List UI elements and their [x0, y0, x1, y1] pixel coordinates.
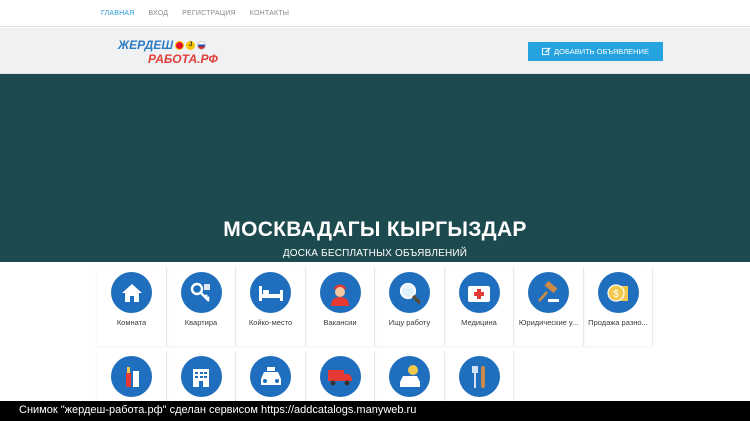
category-legal[interactable]: Юридические у... [514, 267, 584, 346]
car-sale-icon [389, 356, 430, 397]
category-label: Койко-место [248, 318, 293, 327]
logo-text-top: ЖЕРДЕШ [118, 38, 174, 52]
hero-title: МОСКВАДАГЫ КЫРГЫЗДАР [223, 218, 527, 241]
site-logo[interactable]: ЖЕРДЕШ J РАБОТА.РФ [118, 38, 228, 66]
nav-home-link[interactable]: ГЛАВНАЯ [101, 10, 135, 17]
food-icon [458, 356, 500, 397]
j-badge-icon: J [186, 40, 196, 50]
bed-icon [250, 272, 291, 313]
category-medicine[interactable]: Медицина [445, 267, 514, 346]
category-label: Комната [116, 318, 147, 327]
russian-flag-icon [197, 40, 207, 50]
truck-icon [319, 356, 361, 397]
screenshot-caption: Снимок "жердеш-работа.рф" сделан сервисо… [0, 401, 750, 421]
taxi-icon [250, 356, 291, 397]
page: ГЛАВНАЯ ВХОД РЕГИСТРАЦИЯ КОНТАКТЫ ЖЕРДЕШ… [0, 0, 750, 421]
hotel-icon [180, 356, 222, 397]
hero-banner: МОСКВАДАГЫ КЫРГЫЗДАР ДОСКА БЕСПЛАТНЫХ ОБ… [0, 74, 750, 262]
gavel-icon [528, 272, 569, 313]
category-label: Квартира [184, 318, 218, 327]
hero-subtitle: ДОСКА БЕСПЛАТНЫХ ОБЪЯВЛЕНИЙ [282, 248, 468, 259]
category-label: Юридические у... [518, 318, 579, 327]
add-listing-button[interactable]: ДОБАВИТЬ ОБЪЯВЛЕНИЕ [528, 42, 663, 61]
category-label: Ищу работу [388, 318, 431, 327]
nav-register-link[interactable]: РЕГИСТРАЦИЯ [182, 10, 236, 17]
coins-icon: $ [597, 272, 639, 313]
keys-icon [180, 272, 222, 313]
worker-icon [319, 272, 361, 313]
medical-kit-icon [458, 272, 500, 313]
kyrgyz-flag-icon [175, 40, 185, 50]
edit-icon [542, 47, 551, 56]
category-vacancies[interactable]: Вакансии [306, 267, 375, 346]
house-icon [111, 272, 152, 313]
svg-text:$: $ [613, 289, 619, 300]
top-nav-links: ГЛАВНАЯ ВХОД РЕГИСТРАЦИЯ КОНТАКТЫ [101, 10, 289, 17]
category-label: Вакансии [323, 318, 357, 327]
category-label: Медицина [461, 318, 497, 327]
category-apartment[interactable]: Квартира [167, 267, 236, 346]
cosmetics-icon [111, 356, 152, 397]
category-room[interactable]: Комната [97, 267, 167, 346]
magnifier-icon [389, 272, 430, 313]
top-nav: ГЛАВНАЯ ВХОД РЕГИСТРАЦИЯ КОНТАКТЫ [0, 0, 750, 27]
logo-line1: ЖЕРДЕШ J [118, 38, 207, 52]
category-row-1: Комната Квартира Койко-место Вакансии Ищ… [97, 267, 653, 346]
logo-line2: РАБОТА.РФ [148, 52, 218, 66]
nav-login-link[interactable]: ВХОД [149, 10, 169, 17]
category-job-search[interactable]: Ищу работу [375, 267, 445, 346]
category-bed[interactable]: Койко-место [236, 267, 306, 346]
category-label: Продажа разно... [588, 318, 648, 327]
add-listing-label: ДОБАВИТЬ ОБЪЯВЛЕНИЕ [554, 47, 649, 56]
nav-contacts-link[interactable]: КОНТАКТЫ [250, 10, 289, 17]
header-bar: ЖЕРДЕШ J РАБОТА.РФ ДОБАВИТЬ ОБЪЯВЛЕНИЕ [0, 28, 750, 74]
category-sales[interactable]: $ Продажа разно... [584, 267, 653, 346]
